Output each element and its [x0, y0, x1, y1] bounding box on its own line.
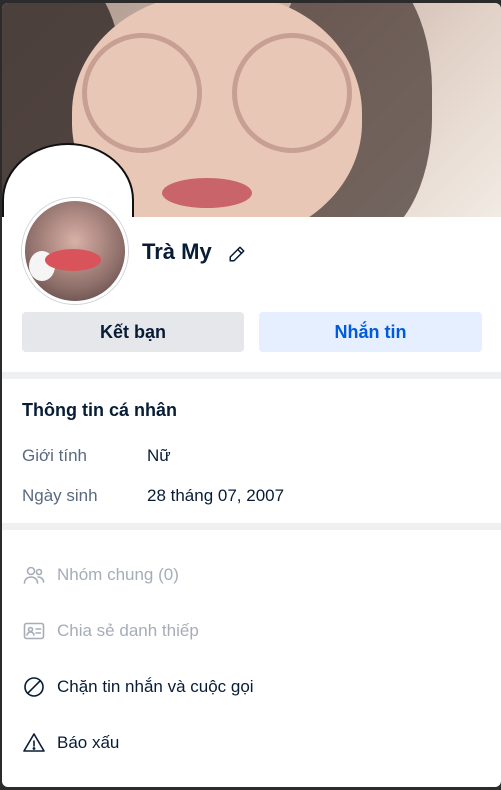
- block-label: Chặn tin nhắn và cuộc gọi: [57, 677, 254, 696]
- block-icon: [24, 677, 44, 697]
- cover-lips: [162, 178, 252, 208]
- section-divider: [2, 523, 501, 530]
- share-card-item[interactable]: Chia sẻ danh thiếp: [22, 618, 199, 644]
- report-item[interactable]: Báo xấu: [22, 730, 119, 756]
- profile-name: Trà My: [142, 239, 212, 264]
- birthday-label: Ngày sinh: [22, 486, 98, 505]
- cover-glasses-right: [232, 33, 352, 153]
- personal-info-title: Thông tin cá nhân: [22, 400, 177, 420]
- birthday-value: 28 tháng 07, 2007: [147, 486, 285, 505]
- add-friend-button[interactable]: Kết bạn: [22, 312, 244, 352]
- cover-photo: [2, 3, 501, 217]
- report-label: Báo xấu: [57, 733, 120, 752]
- profile-card: Trà My Kết bạn Nhắn tin Thông tin cá nhâ…: [2, 3, 501, 787]
- avatar[interactable]: [22, 198, 128, 304]
- common-groups-label: Nhóm chung (0): [57, 565, 179, 584]
- contact-card-icon: [23, 622, 45, 640]
- message-button[interactable]: Nhắn tin: [259, 312, 482, 352]
- users-group-icon: [23, 566, 45, 584]
- block-item[interactable]: Chặn tin nhắn và cuộc gọi: [22, 674, 254, 700]
- section-divider: [2, 372, 501, 379]
- warning-icon: [23, 733, 45, 752]
- gender-label: Giới tính: [22, 446, 88, 465]
- share-card-label: Chia sẻ danh thiếp: [57, 621, 199, 640]
- gender-value: Nữ: [147, 446, 171, 465]
- common-groups-item[interactable]: Nhóm chung (0): [22, 562, 179, 588]
- cover-glasses-left: [82, 33, 202, 153]
- avatar-duck-mouth: [45, 249, 101, 271]
- pencil-icon[interactable]: [228, 245, 246, 263]
